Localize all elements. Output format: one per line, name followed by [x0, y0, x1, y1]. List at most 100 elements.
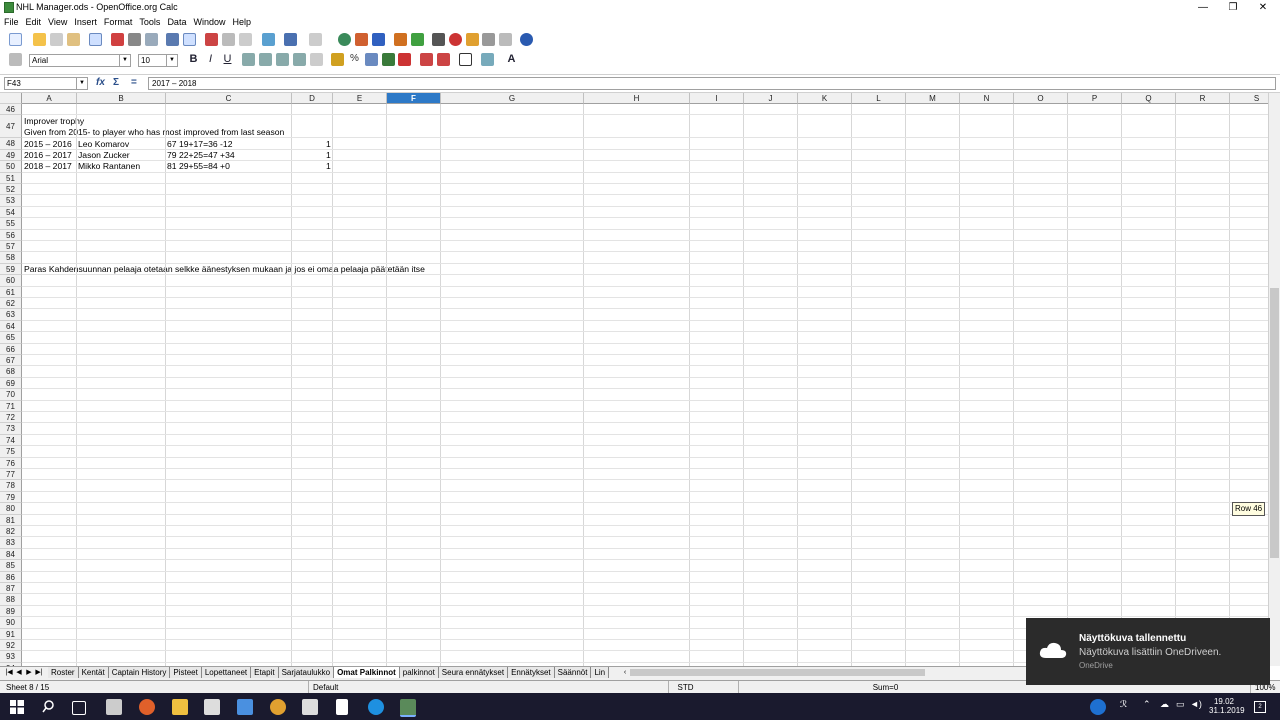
column-header[interactable]: N [960, 93, 1014, 104]
sheet-tab[interactable]: Omat Palkinnot [334, 667, 400, 678]
sheet-tab[interactable]: Pisteet [170, 667, 202, 678]
page-style[interactable]: Default [308, 681, 628, 693]
new-document-icon[interactable] [9, 33, 22, 46]
row-header[interactable]: 48 [0, 138, 22, 150]
column-header[interactable]: P [1068, 93, 1122, 104]
volume-icon[interactable]: ◄) [1190, 699, 1202, 709]
menu-view[interactable]: View [48, 15, 67, 29]
row-header[interactable]: 60 [0, 275, 22, 287]
sheet-tab[interactable]: Seura ennätykset [438, 667, 509, 678]
spreadsheet-grid[interactable]: Improver trophy Given from 2015- to play… [0, 93, 1268, 666]
align-right-icon[interactable] [276, 53, 289, 66]
column-header[interactable]: K [798, 93, 852, 104]
name-box[interactable]: F43 ▼ [4, 77, 88, 90]
cell-d50[interactable]: 1 [326, 161, 331, 172]
row-header[interactable]: 55 [0, 218, 22, 230]
row-header[interactable]: 58 [0, 252, 22, 264]
row-header[interactable]: 64 [0, 320, 22, 333]
row-header[interactable]: 75 [0, 446, 22, 458]
format-paintbrush-icon[interactable] [262, 33, 275, 46]
file-explorer-icon[interactable] [172, 699, 188, 715]
copy-icon[interactable] [222, 33, 235, 46]
menu-insert[interactable]: Insert [74, 15, 97, 29]
italic-icon[interactable]: I [204, 53, 217, 66]
email-icon[interactable] [67, 33, 80, 46]
column-header[interactable]: H [584, 93, 690, 104]
row-header[interactable]: 57 [0, 241, 22, 253]
row-header[interactable]: 71 [0, 400, 22, 412]
sheet-tab[interactable]: palkinnot [399, 667, 439, 678]
menu-file[interactable]: File [4, 15, 19, 29]
chevron-up-icon[interactable]: ⌃ [1143, 699, 1151, 710]
sheet-tab[interactable]: Kentät [78, 667, 109, 678]
menu-data[interactable]: Data [167, 15, 186, 29]
row-header[interactable]: 81 [0, 514, 22, 526]
function-icon[interactable]: = [131, 77, 137, 88]
row-header[interactable]: 73 [0, 423, 22, 435]
sheet-tab[interactable]: Captain History [108, 667, 171, 678]
row-header[interactable]: 69 [0, 377, 22, 390]
edit-file-icon[interactable] [89, 33, 102, 46]
borders-icon[interactable] [459, 53, 472, 66]
column-header[interactable]: J [744, 93, 798, 104]
sheet-tab[interactable]: Ennätykset [508, 667, 555, 678]
row-header[interactable]: 79 [0, 491, 22, 504]
task-view-icon[interactable] [72, 701, 86, 715]
clock[interactable]: 19.02 31.1.2019 [1209, 697, 1245, 715]
document-app-icon[interactable] [336, 699, 348, 715]
column-header[interactable]: Q [1122, 93, 1176, 104]
row-header[interactable]: 70 [0, 389, 22, 401]
save-icon[interactable] [50, 33, 63, 46]
row-header[interactable]: 72 [0, 412, 22, 424]
export-pdf-icon[interactable] [111, 33, 124, 46]
chart-icon[interactable] [394, 33, 407, 46]
row-header[interactable]: 47 [0, 115, 22, 139]
row-header[interactable]: 53 [0, 195, 22, 207]
column-header[interactable]: B [77, 93, 166, 104]
cell-c50[interactable]: 81 29+55=84 +0 [167, 161, 230, 172]
column-header[interactable]: G [441, 93, 584, 104]
vertical-scroll-thumb[interactable] [1270, 288, 1279, 558]
menu-format[interactable]: Format [104, 15, 133, 29]
row-header[interactable]: 78 [0, 480, 22, 492]
spellcheck-icon[interactable] [166, 33, 179, 46]
gallery-icon[interactable] [466, 33, 479, 46]
row-header[interactable]: 83 [0, 537, 22, 549]
sheet-tab[interactable]: Säännöt [554, 667, 592, 678]
column-header[interactable]: E [333, 93, 387, 104]
decrease-indent-icon[interactable] [420, 53, 433, 66]
formula-input[interactable]: 2017 – 2018 [148, 77, 1276, 90]
prev-sheet-icon[interactable]: ◀ [14, 668, 24, 678]
horizontal-scroll-thumb[interactable] [630, 669, 925, 676]
calculator-icon[interactable] [106, 699, 122, 715]
cell-a50[interactable]: 2018 – 2017 [24, 161, 72, 172]
select-all-corner[interactable] [0, 93, 22, 104]
merge-cells-icon[interactable] [310, 53, 323, 66]
row-header[interactable]: 82 [0, 526, 22, 538]
column-header[interactable]: M [906, 93, 960, 104]
font-color-icon[interactable]: A [505, 53, 518, 66]
onedrive-notification[interactable]: Näyttökuva tallennettu Näyttökuva lisätt… [1026, 618, 1270, 685]
onedrive-tray-icon[interactable]: ☁ [1160, 699, 1169, 710]
help-tray-icon[interactable] [1090, 699, 1106, 715]
sheet-tab[interactable]: Roster [48, 667, 79, 678]
row-header[interactable]: 92 [0, 640, 22, 652]
font-size-combo[interactable]: 10 ▼ [138, 54, 178, 67]
people-icon[interactable]: ℛ [1120, 699, 1127, 710]
store-icon[interactable] [204, 699, 220, 715]
print-icon[interactable] [128, 33, 141, 46]
row-header[interactable]: 86 [0, 571, 22, 583]
sort-ascending-icon[interactable] [355, 33, 368, 46]
vertical-scrollbar[interactable] [1268, 93, 1280, 666]
bold-icon[interactable]: B [187, 53, 200, 66]
row-header[interactable]: 85 [0, 560, 22, 572]
align-left-icon[interactable] [242, 53, 255, 66]
row-header[interactable]: 65 [0, 332, 22, 344]
row-header[interactable]: 54 [0, 206, 22, 219]
column-header[interactable]: D [292, 93, 333, 104]
redo-icon[interactable] [309, 33, 322, 46]
column-header[interactable]: F [387, 93, 441, 104]
sheet-tab[interactable]: Sarjataulukko [278, 667, 335, 678]
row-header[interactable]: 59 [0, 263, 22, 276]
dropbox-icon[interactable] [237, 699, 253, 715]
